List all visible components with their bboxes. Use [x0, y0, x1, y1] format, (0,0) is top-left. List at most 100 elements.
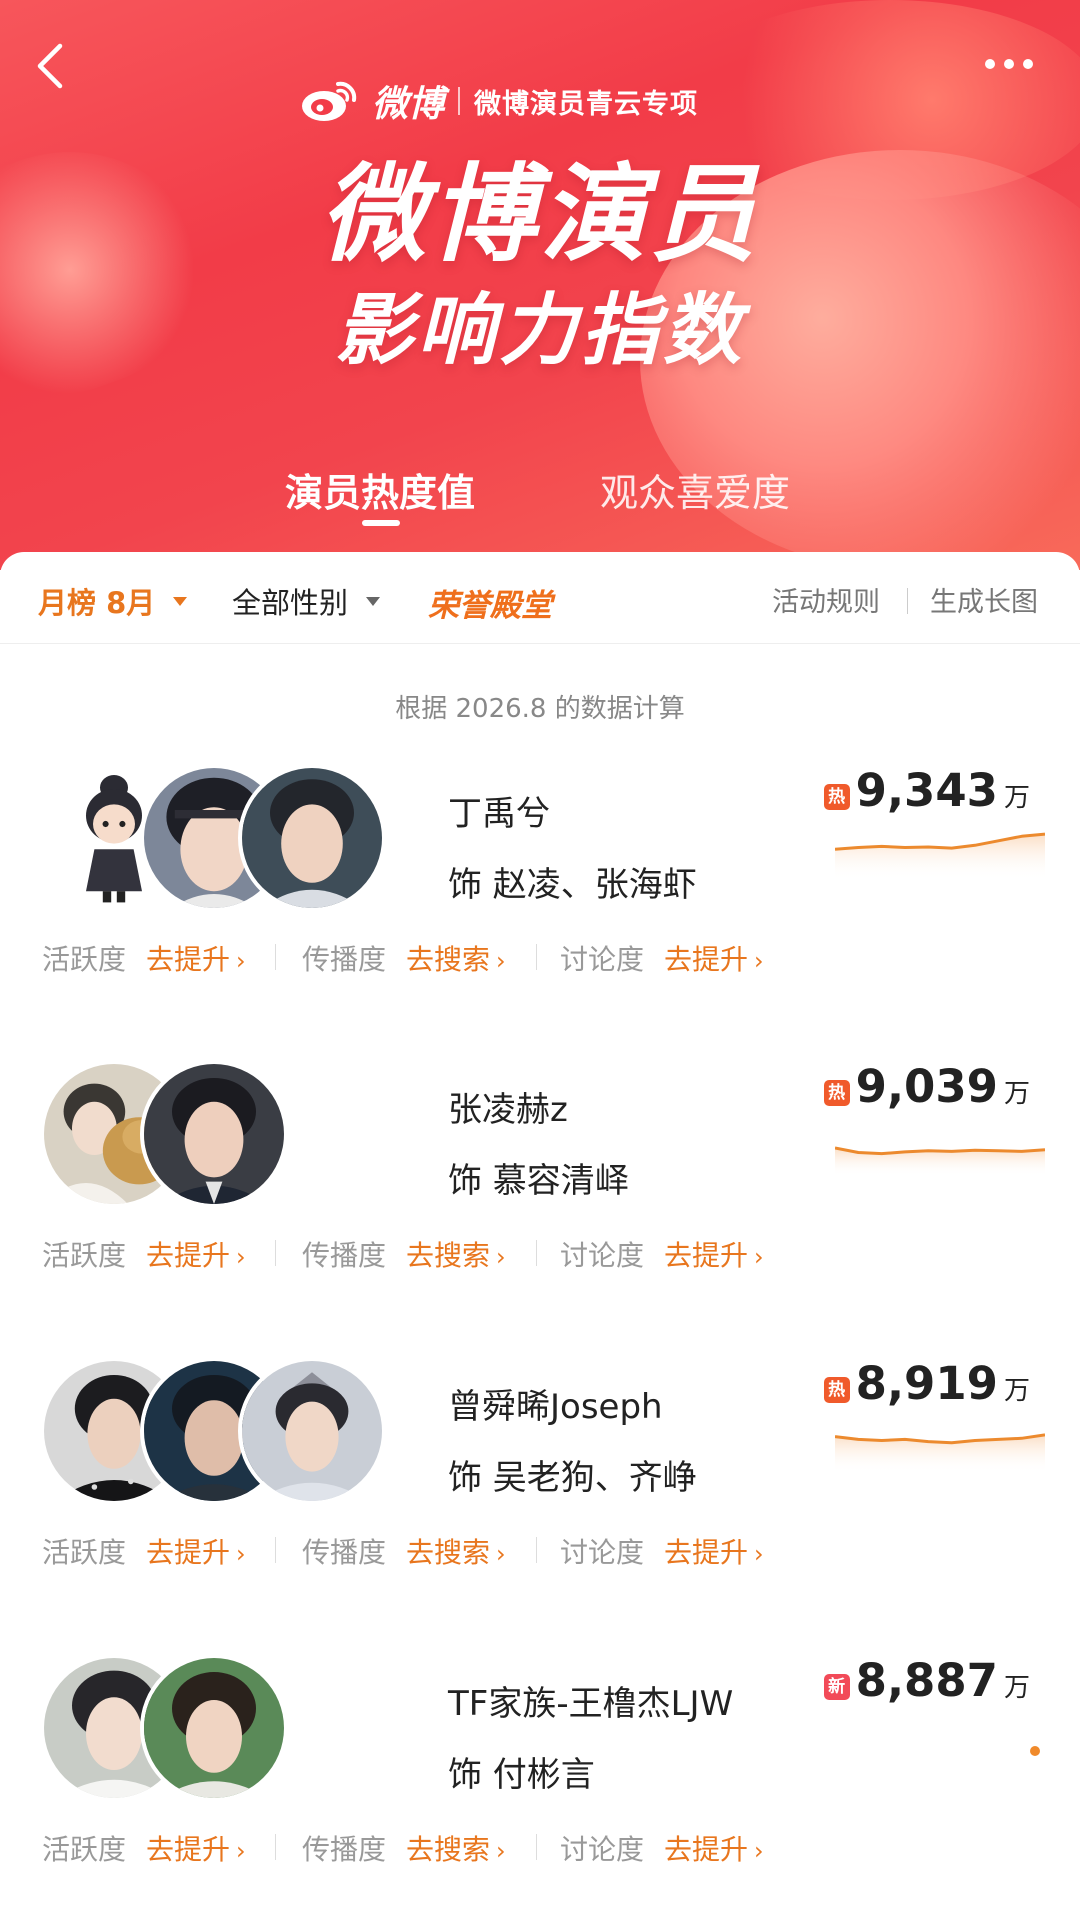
heat-score: 8,919	[855, 1357, 998, 1410]
hot-badge: 热	[823, 1080, 850, 1106]
actor-photo	[144, 1658, 284, 1798]
metric-spread[interactable]: 传播度 去搜索 ›	[302, 1234, 506, 1274]
score-box: 热 9,039 万	[823, 1060, 1050, 1176]
ranking-entry[interactable]: 丁禹兮 饰 赵凌、张海虾 热 9,343 万 活跃度 去提升 › 传播度 去搜索 › 讨…	[0, 764, 1080, 1060]
improve-link[interactable]: 去提升	[664, 943, 748, 976]
actor-name[interactable]: 丁禹兮	[448, 786, 697, 835]
metric-divider	[536, 1537, 537, 1563]
filter-divider	[907, 588, 908, 614]
metric-spread[interactable]: 传播度 去搜索 ›	[302, 1828, 506, 1868]
honor-hall-link[interactable]: 荣誉殿堂	[428, 580, 552, 625]
avatar[interactable]	[238, 1357, 386, 1505]
metric-activity[interactable]: 活跃度 去提升 ›	[42, 1828, 246, 1868]
chevron-right-icon: ›	[236, 1243, 246, 1271]
chevron-right-icon: ›	[236, 1540, 246, 1568]
metric-discussion[interactable]: 讨论度 去提升 ›	[560, 1531, 764, 1571]
heat-score: 9,039	[855, 1060, 998, 1113]
search-link[interactable]: 去搜索	[406, 1536, 490, 1569]
score-row: 热 8,919 万	[823, 1357, 1030, 1410]
chevron-right-icon: ›	[496, 947, 506, 975]
metric-label: 活跃度	[42, 1536, 127, 1569]
ranking-entry[interactable]: 张凌赫z 饰 慕容清峄 热 9,039 万 活跃度 去提升 › 传播度 去搜索 › 讨论…	[0, 1060, 1080, 1356]
avatar[interactable]	[140, 1060, 288, 1208]
metric-activity[interactable]: 活跃度 去提升 ›	[42, 938, 246, 978]
back-button[interactable]	[28, 40, 78, 90]
filter-bar: 月榜 8月 全部性别 荣誉殿堂 活动规则 生成长图	[0, 552, 1080, 644]
actor-roles: 饰 吴老狗、齐峥	[448, 1458, 697, 1498]
metric-label: 讨论度	[560, 1833, 645, 1866]
chevron-right-icon: ›	[496, 1243, 506, 1271]
actor-roles: 饰 赵凌、张海虾	[448, 865, 697, 905]
page-title: 微博演员	[320, 153, 760, 276]
improve-link[interactable]: 去提升	[146, 1536, 230, 1569]
avatar[interactable]	[140, 1654, 288, 1802]
score-unit: 万	[1003, 1376, 1030, 1406]
improve-link[interactable]: 去提升	[146, 1833, 230, 1866]
score-box: 热 8,919 万	[823, 1357, 1050, 1473]
brand-row: 微博 微博演员青云专项	[300, 75, 698, 127]
new-badge: 新	[823, 1674, 850, 1700]
actor-roles: 饰 付彬言	[448, 1755, 595, 1795]
search-link[interactable]: 去搜索	[406, 1239, 490, 1272]
improve-link[interactable]: 去提升	[664, 1239, 748, 1272]
more-icon	[1004, 59, 1014, 69]
actor-photo	[242, 1361, 382, 1501]
metric-spread[interactable]: 传播度 去搜索 ›	[302, 1531, 506, 1571]
actor-name[interactable]: TF家族-王橹杰LJW	[448, 1676, 733, 1725]
metric-label: 活跃度	[42, 943, 127, 976]
caret-down-icon	[366, 596, 381, 606]
tab-audience-love[interactable]: 观众喜爱度	[600, 462, 790, 517]
metric-divider	[536, 1834, 537, 1860]
tab-bar: 演员热度值 观众喜爱度	[0, 462, 1080, 522]
weibo-logo-icon	[302, 81, 357, 121]
gender-filter[interactable]: 全部性别	[232, 580, 381, 622]
more-button[interactable]	[985, 52, 1045, 76]
chevron-right-icon: ›	[236, 947, 246, 975]
ranking-entry[interactable]: 曾舜晞Joseph 饰 吴老狗、齐峥 热 8,919 万 活跃度 去提升 › 传播度…	[0, 1357, 1080, 1653]
generate-long-image-link[interactable]: 生成长图	[930, 580, 1038, 619]
search-link[interactable]: 去搜索	[406, 1833, 490, 1866]
improve-link[interactable]: 去提升	[664, 1833, 748, 1866]
metric-divider	[536, 944, 537, 970]
metric-label: 传播度	[302, 1536, 387, 1569]
activity-rules-link[interactable]: 活动规则	[772, 580, 880, 619]
metric-row: 活跃度 去提升 › 传播度 去搜索 › 讨论度 去提升 ›	[42, 938, 1042, 978]
chevron-right-icon: ›	[236, 1837, 246, 1865]
improve-link[interactable]: 去提升	[146, 1239, 230, 1272]
metric-spread[interactable]: 传播度 去搜索 ›	[302, 938, 506, 978]
metric-divider	[536, 1240, 537, 1266]
metric-row: 活跃度 去提升 › 传播度 去搜索 › 讨论度 去提升 ›	[42, 1828, 1042, 1868]
search-link[interactable]: 去搜索	[406, 943, 490, 976]
score-box: 新 8,887 万	[823, 1654, 1050, 1764]
improve-link[interactable]: 去提升	[146, 943, 230, 976]
avatar-group	[40, 1654, 420, 1804]
metric-divider	[275, 1834, 276, 1860]
brand-name: 微博	[372, 83, 445, 125]
actor-name[interactable]: 曾舜晞Joseph	[448, 1379, 697, 1428]
metric-discussion[interactable]: 讨论度 去提升 ›	[560, 1234, 764, 1274]
chevron-right-icon: ›	[496, 1837, 506, 1865]
score-box: 热 9,343 万	[823, 764, 1050, 880]
metric-discussion[interactable]: 讨论度 去提升 ›	[560, 938, 764, 978]
actor-info: TF家族-王橹杰LJW 饰 付彬言	[448, 1676, 733, 1796]
metric-label: 传播度	[302, 943, 387, 976]
trend-sparkline	[835, 1433, 1045, 1473]
month-filter[interactable]: 月榜 8月	[38, 580, 188, 622]
trend-sparkline	[835, 832, 1045, 880]
brand-subtitle: 微博演员青云专项	[474, 88, 699, 120]
ranking-entry[interactable]: TF家族-王橹杰LJW 饰 付彬言 新 8,887 万 活跃度 去提升 › 传播度去…	[0, 1654, 1080, 1916]
heat-score: 9,343	[855, 764, 998, 817]
metric-divider	[275, 1240, 276, 1266]
data-note: 根据 2026.8 的数据计算	[395, 694, 685, 724]
avatar-group	[40, 1060, 420, 1210]
actor-info: 张凌赫z 饰 慕容清峄	[448, 1082, 629, 1202]
metric-activity[interactable]: 活跃度 去提升 ›	[42, 1531, 246, 1571]
avatar[interactable]	[238, 764, 386, 912]
improve-link[interactable]: 去提升	[664, 1536, 748, 1569]
metric-label: 传播度	[302, 1239, 387, 1272]
metric-discussion[interactable]: 讨论度 去提升 ›	[560, 1828, 764, 1868]
metric-activity[interactable]: 活跃度 去提升 ›	[42, 1234, 246, 1274]
actor-name[interactable]: 张凌赫z	[448, 1082, 629, 1131]
avatar-group	[40, 764, 420, 914]
tab-actor-heat[interactable]: 演员热度值	[285, 462, 475, 517]
